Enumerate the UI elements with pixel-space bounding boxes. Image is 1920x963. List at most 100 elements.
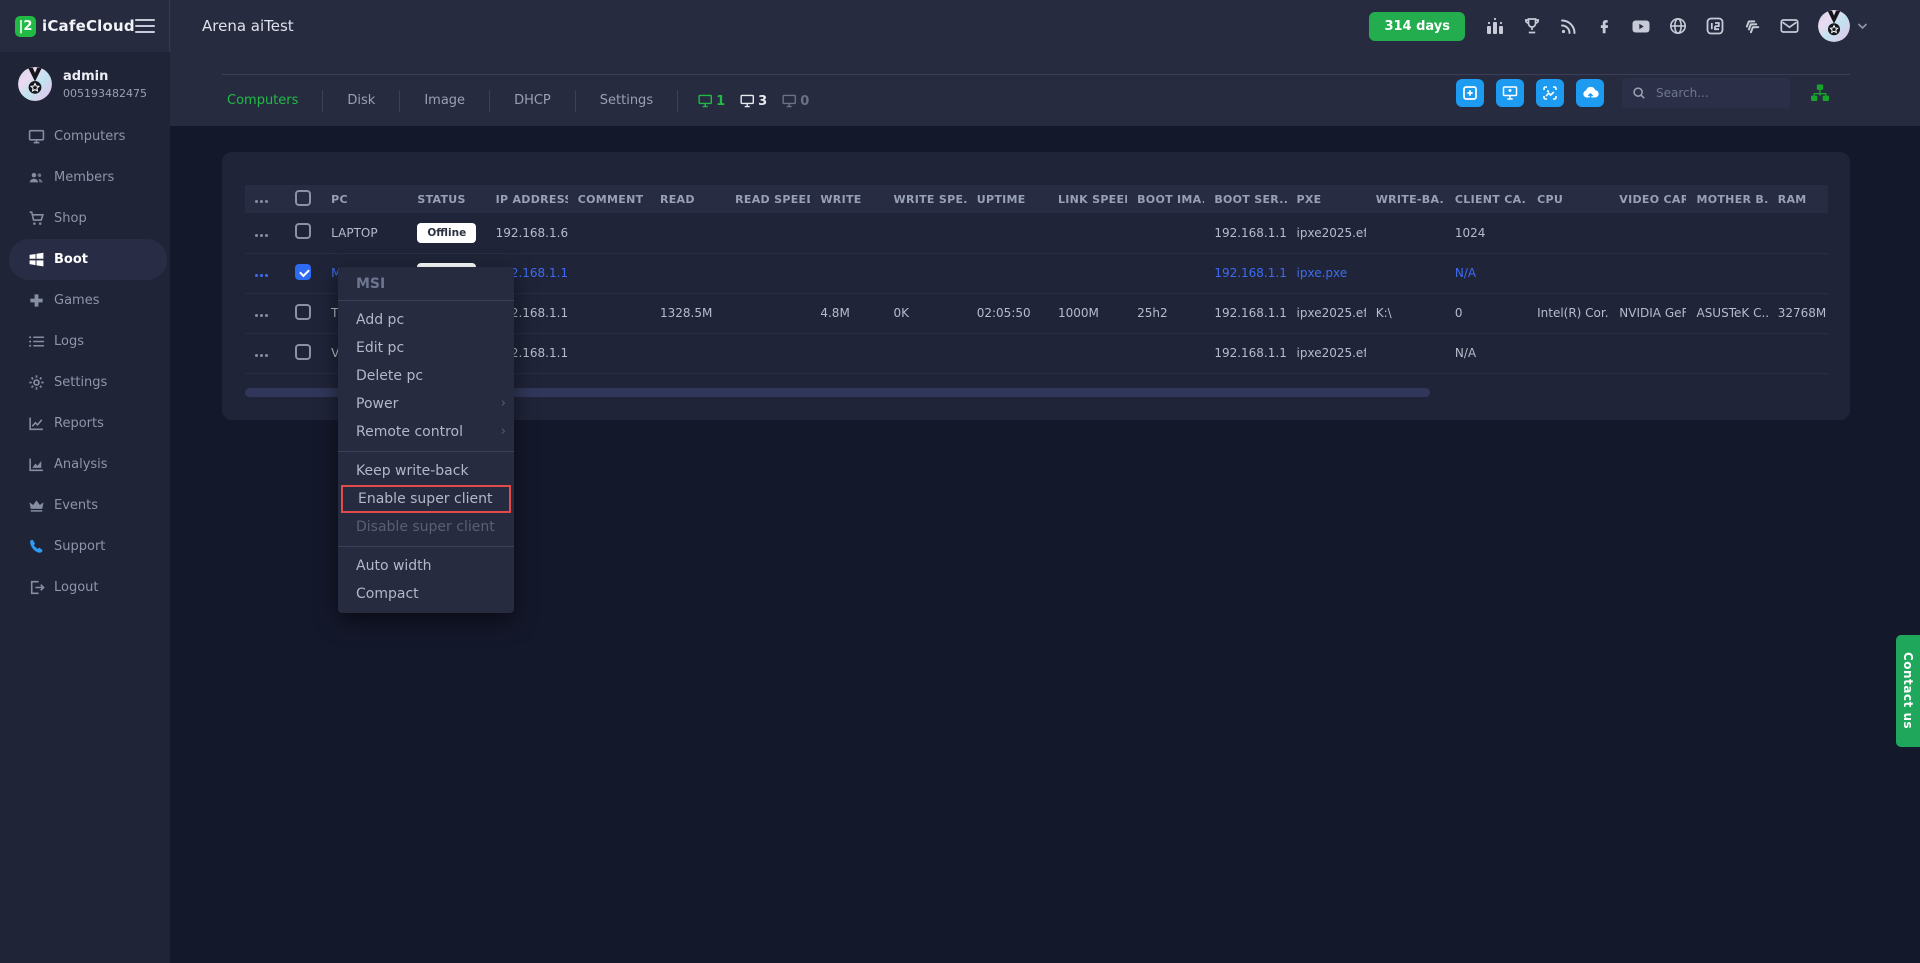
sidebar-item-shop[interactable]: Shop [0,198,170,239]
chevron-down-icon[interactable] [1857,22,1868,30]
menu-item-edit-pc[interactable]: Edit pc [338,334,514,362]
col-read[interactable]: READ [650,185,725,213]
sidebar-item-support[interactable]: Support [0,526,170,567]
select-all-checkbox[interactable] [295,190,311,206]
menu-item-keep-write-back[interactable]: Keep write-back [338,457,514,485]
row-menu-icon[interactable] [255,274,258,277]
search-input[interactable] [1656,86,1766,100]
add-computer-button[interactable] [1496,79,1524,107]
row-menu-icon[interactable] [255,234,258,237]
tab-computers[interactable]: Computers [203,90,323,112]
cell-link-speed [1048,333,1127,373]
cell-pxe: ipxe.pxe [1287,253,1366,293]
col-write-speed[interactable]: WRITE SPE... [884,185,967,213]
cell-write-back [1366,333,1445,373]
contact-us-button[interactable]: Contact us [1896,635,1920,747]
cell-boot-server: 192.168.1.150 [1204,333,1286,373]
menu-item-add-pc[interactable]: Add pc [338,306,514,334]
cell-read [650,333,725,373]
tab-disk[interactable]: Disk [323,90,400,112]
page-title: Arena aiTest [202,17,294,35]
sidebar-item-boot[interactable]: Boot [9,239,167,280]
cell-comment [568,253,650,293]
cell-ram: 32768M [1768,293,1828,333]
monitor-plus-icon [1502,85,1518,101]
sidebar-item-reports[interactable]: Reports [0,403,170,444]
users-icon [27,169,45,186]
sidebar-item-computers[interactable]: Computers [0,116,170,157]
sidebar-item-games[interactable]: Games [0,280,170,321]
cell-write [810,253,883,293]
col-cpu[interactable]: CPU [1527,185,1609,213]
col-comment[interactable]: COMMENT [568,185,650,213]
sidebar-item-members[interactable]: Members [0,157,170,198]
menu-item-remote-control[interactable]: Remote control [338,418,514,446]
row-checkbox[interactable] [295,344,311,360]
globe-icon[interactable] [1668,16,1688,36]
cell-write-speed [884,253,967,293]
ranking-icon[interactable] [1485,16,1505,36]
col-boot-image[interactable]: BOOT IMA... [1127,185,1204,213]
mail-icon[interactable] [1779,16,1800,36]
license-days-badge[interactable]: 314 days [1369,12,1465,41]
gamepad-icon [27,292,45,309]
tab-image[interactable]: Image [400,90,490,112]
line-chart-icon [27,415,45,432]
menu-item-enable-super-client[interactable]: Enable super client [341,485,511,513]
cell-link-speed [1048,213,1127,253]
col-client-cache[interactable]: CLIENT CA... [1445,185,1527,213]
sidebar-item-settings[interactable]: Settings [0,362,170,403]
cell-mother-board: ASUSTeK C... [1686,293,1767,333]
tab-dhcp[interactable]: DHCP [490,90,576,112]
layers-icon[interactable] [1742,16,1762,36]
cell-pc[interactable]: LAPTOP [321,213,407,253]
row-checkbox[interactable] [295,223,311,239]
add-button[interactable] [1456,79,1484,107]
col-pc[interactable]: PC [321,185,407,213]
cloud-upload-button[interactable] [1576,79,1604,107]
col-mother-board[interactable]: MOTHER B... [1686,185,1767,213]
col-boot-server[interactable]: BOOT SER... [1204,185,1286,213]
sidebar-nav: Computers Members Shop Boot Games Logs S… [0,116,170,608]
menu-item-auto-width[interactable]: Auto width [338,552,514,580]
phone-icon [27,538,45,555]
cell-write-back [1366,253,1445,293]
col-ram[interactable]: RAM [1768,185,1828,213]
cell-ram [1768,333,1828,373]
facebook-icon[interactable] [1596,16,1614,36]
sidebar-item-analysis[interactable]: Analysis [0,444,170,485]
col-write-back[interactable]: WRITE-BA... [1366,185,1445,213]
cell-link-speed: 1000M [1048,293,1127,333]
user-avatar[interactable] [1818,10,1850,42]
row-checkbox-checked[interactable] [295,264,311,280]
trophy-icon[interactable] [1522,16,1542,36]
col-ip[interactable]: IP ADDRESS [486,185,568,213]
row-menu-icon[interactable] [255,354,258,357]
row-checkbox[interactable] [295,304,311,320]
col-write[interactable]: WRITE [810,185,883,213]
icafecloud-mark-icon[interactable] [1705,16,1725,36]
menu-item-power[interactable]: Power [338,390,514,418]
menu-item-delete-pc[interactable]: Delete pc [338,362,514,390]
cell-link-speed [1048,253,1127,293]
sidebar-item-logs[interactable]: Logs [0,321,170,362]
rss-icon[interactable] [1559,16,1579,36]
capture-button[interactable] [1536,79,1564,107]
menu-item-compact[interactable]: Compact [338,580,514,608]
row-menu-icon[interactable] [255,314,258,317]
cell-cpu [1527,253,1609,293]
sidebar-item-logout[interactable]: Logout [0,567,170,608]
col-status[interactable]: STATUS [407,185,485,213]
sidebar-item-events[interactable]: Events [0,485,170,526]
col-link-speed[interactable]: LINK SPEED [1048,185,1127,213]
col-video-card[interactable]: VIDEO CARD [1609,185,1686,213]
menu-toggle-icon[interactable] [135,15,155,37]
col-pxe[interactable]: PXE [1287,185,1366,213]
header-menu-icon[interactable] [255,200,258,203]
sitemap-icon[interactable] [1810,84,1830,102]
sidebar-user[interactable]: admin 005193482475 [0,52,170,113]
youtube-icon[interactable] [1631,16,1651,36]
col-uptime[interactable]: UPTIME [967,185,1048,213]
tab-settings[interactable]: Settings [576,90,678,112]
col-read-speed[interactable]: READ SPEED [725,185,810,213]
